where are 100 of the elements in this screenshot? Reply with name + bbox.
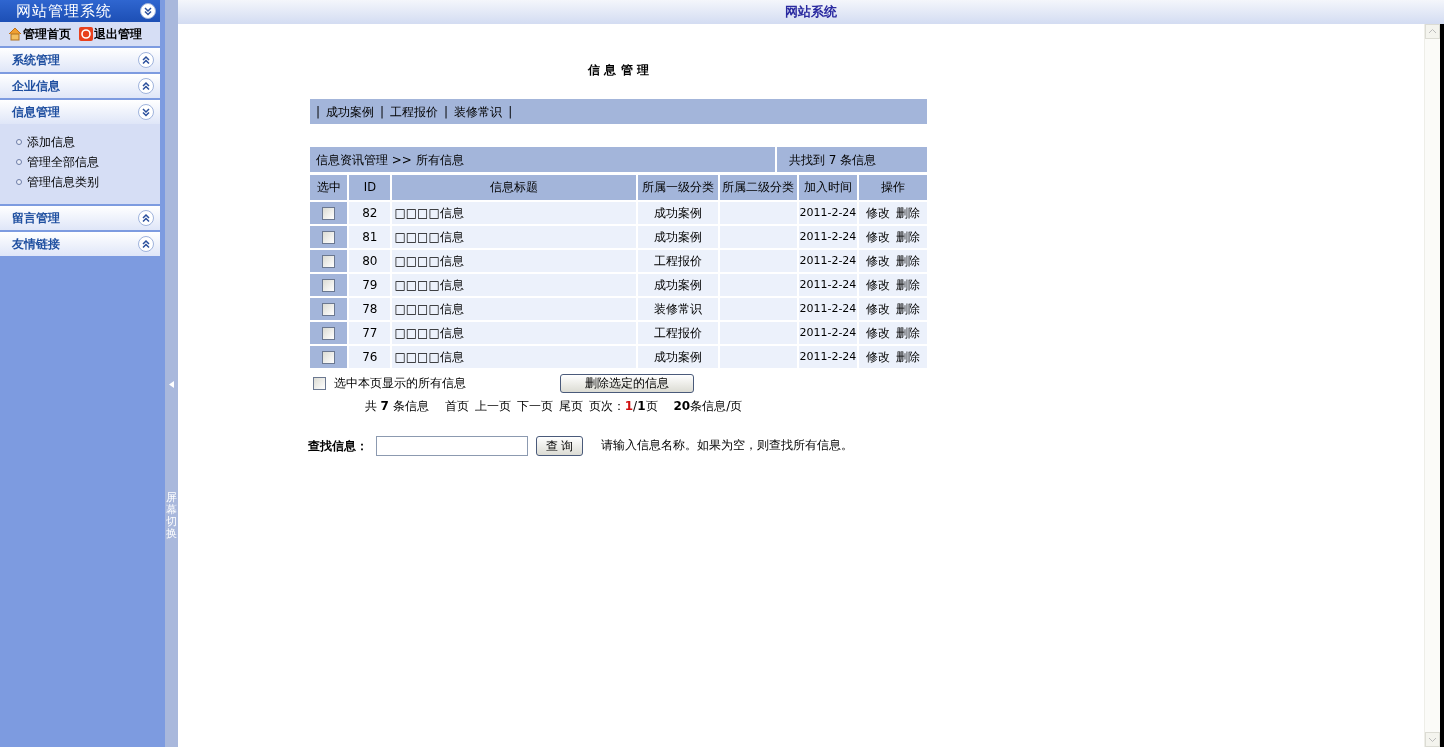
section-title: 信息管理: [12, 104, 60, 121]
table-cell: 79: [349, 274, 391, 296]
category-tab[interactable]: 成功案例: [326, 102, 375, 121]
bullet-icon: [16, 179, 22, 185]
table-cell: 2011-2-24: [798, 250, 858, 272]
table-cell: 成功案例: [637, 346, 719, 368]
splitter-label: 屏幕切换: [166, 492, 177, 541]
table-cell: 2011-2-24: [798, 226, 858, 248]
row-checkbox[interactable]: [322, 350, 336, 364]
search-hint: 请输入信息名称。如果为空，则查找所有信息。: [601, 437, 853, 455]
table-cell: 2011-2-24: [798, 346, 858, 368]
separator: |: [380, 103, 385, 121]
column-header: ID: [349, 175, 391, 200]
page-title: 信 息 管 理: [588, 62, 649, 79]
delete-link[interactable]: 删除: [896, 300, 921, 318]
table-cell: 工程报价: [637, 250, 719, 272]
section-title: 系统管理: [12, 52, 60, 69]
column-header: 所属一级分类: [637, 175, 719, 200]
expand-chevron-icon[interactable]: [138, 78, 154, 94]
edit-link[interactable]: 修改: [866, 204, 891, 222]
delete-link[interactable]: 删除: [896, 252, 921, 270]
column-header: 信息标题: [392, 175, 636, 200]
table-cell: □□□□信息: [392, 298, 636, 320]
bullet-icon: [16, 159, 22, 165]
table-cell: □□□□信息: [392, 202, 636, 224]
house-icon: [8, 27, 22, 41]
table-cell: 2011-2-24: [798, 274, 858, 296]
column-header: 加入时间: [798, 175, 858, 200]
separator: |: [444, 103, 449, 121]
edit-link[interactable]: 修改: [866, 252, 891, 270]
delete-link[interactable]: 删除: [896, 204, 921, 222]
edit-link[interactable]: 修改: [866, 228, 891, 246]
sidebar-section-header[interactable]: 企业信息: [0, 74, 160, 98]
table-cell: □□□□信息: [392, 346, 636, 368]
logout-link[interactable]: 退出管理: [79, 25, 142, 43]
table-cell: 2011-2-24: [798, 322, 858, 344]
column-header: 操作: [859, 175, 927, 200]
table-cell: □□□□信息: [392, 274, 636, 296]
table-cell: □□□□信息: [392, 226, 636, 248]
table-cell: 2011-2-24: [798, 202, 858, 224]
row-checkbox[interactable]: [322, 254, 336, 268]
delete-selected-button[interactable]: 删除选定的信息: [560, 373, 694, 393]
breadcrumb: 信息资讯管理 >> 所有信息: [316, 151, 464, 169]
collapse-chevron-icon[interactable]: [138, 104, 154, 120]
row-checkbox[interactable]: [322, 230, 336, 244]
column-header: 所属二级分类: [720, 175, 797, 200]
category-tab[interactable]: 装修常识: [454, 102, 503, 121]
sidebar-section-header[interactable]: 友情链接: [0, 232, 160, 256]
table-cell: 成功案例: [637, 274, 719, 296]
submenu-item[interactable]: 管理信息类别: [16, 174, 160, 190]
delete-link[interactable]: 删除: [896, 276, 921, 294]
table-cell: 78: [349, 298, 391, 320]
edit-link[interactable]: 修改: [866, 348, 891, 366]
delete-link[interactable]: 删除: [896, 348, 921, 366]
table-cell: 82: [349, 202, 391, 224]
top-bar-title: 网站系统: [785, 3, 837, 22]
expand-chevron-icon[interactable]: [138, 210, 154, 226]
page-indicator: 页次：1/1页: [588, 398, 658, 415]
row-checkbox[interactable]: [322, 326, 336, 340]
section-title: 友情链接: [12, 236, 60, 253]
select-all-checkbox[interactable]: [313, 376, 326, 390]
edit-link[interactable]: 修改: [866, 324, 891, 342]
sidebar-section-header[interactable]: 信息管理: [0, 100, 160, 124]
delete-link[interactable]: 删除: [896, 324, 921, 342]
table-cell: 80: [349, 250, 391, 272]
table-cell: 2011-2-24: [798, 298, 858, 320]
sidebar-section-header[interactable]: 留言管理: [0, 206, 160, 230]
section-title: 企业信息: [12, 78, 60, 95]
pagination-link[interactable]: 下一页: [516, 397, 553, 415]
section-title: 留言管理: [12, 210, 60, 227]
per-page-label: 20条信息/页: [673, 398, 743, 415]
home-link[interactable]: 管理首页: [8, 25, 71, 43]
table-cell: 成功案例: [637, 226, 719, 248]
select-all-label: 选中本页显示的所有信息: [334, 375, 466, 392]
delete-link[interactable]: 删除: [896, 228, 921, 246]
search-label: 查找信息：: [308, 438, 368, 455]
separator: |: [316, 103, 321, 121]
left-arrow-icon: [169, 381, 174, 388]
table-cell: 装修常识: [637, 298, 719, 320]
submenu-item[interactable]: 添加信息: [16, 134, 160, 150]
row-checkbox[interactable]: [322, 206, 336, 220]
row-checkbox[interactable]: [322, 302, 336, 316]
collapse-chevron-icon[interactable]: [140, 3, 156, 19]
table-cell: 77: [349, 322, 391, 344]
category-tab[interactable]: 工程报价: [390, 102, 439, 121]
total-count: 共 7 条信息: [364, 398, 429, 415]
sidebar-section-header[interactable]: 系统管理: [0, 48, 160, 72]
edit-link[interactable]: 修改: [866, 300, 891, 318]
table-cell: □□□□信息: [392, 322, 636, 344]
submenu-item[interactable]: 管理全部信息: [16, 154, 160, 170]
expand-chevron-icon[interactable]: [138, 52, 154, 68]
pagination-link[interactable]: 尾页: [558, 397, 583, 415]
search-field[interactable]: [376, 436, 528, 456]
result-count: 共找到 7 条信息: [789, 151, 877, 169]
pagination-link[interactable]: 上一页: [474, 397, 511, 415]
row-checkbox[interactable]: [322, 278, 336, 292]
edit-link[interactable]: 修改: [866, 276, 891, 294]
search-button[interactable]: 查 询: [536, 436, 583, 456]
expand-chevron-icon[interactable]: [138, 236, 154, 252]
pagination-link[interactable]: 首页: [444, 397, 469, 415]
